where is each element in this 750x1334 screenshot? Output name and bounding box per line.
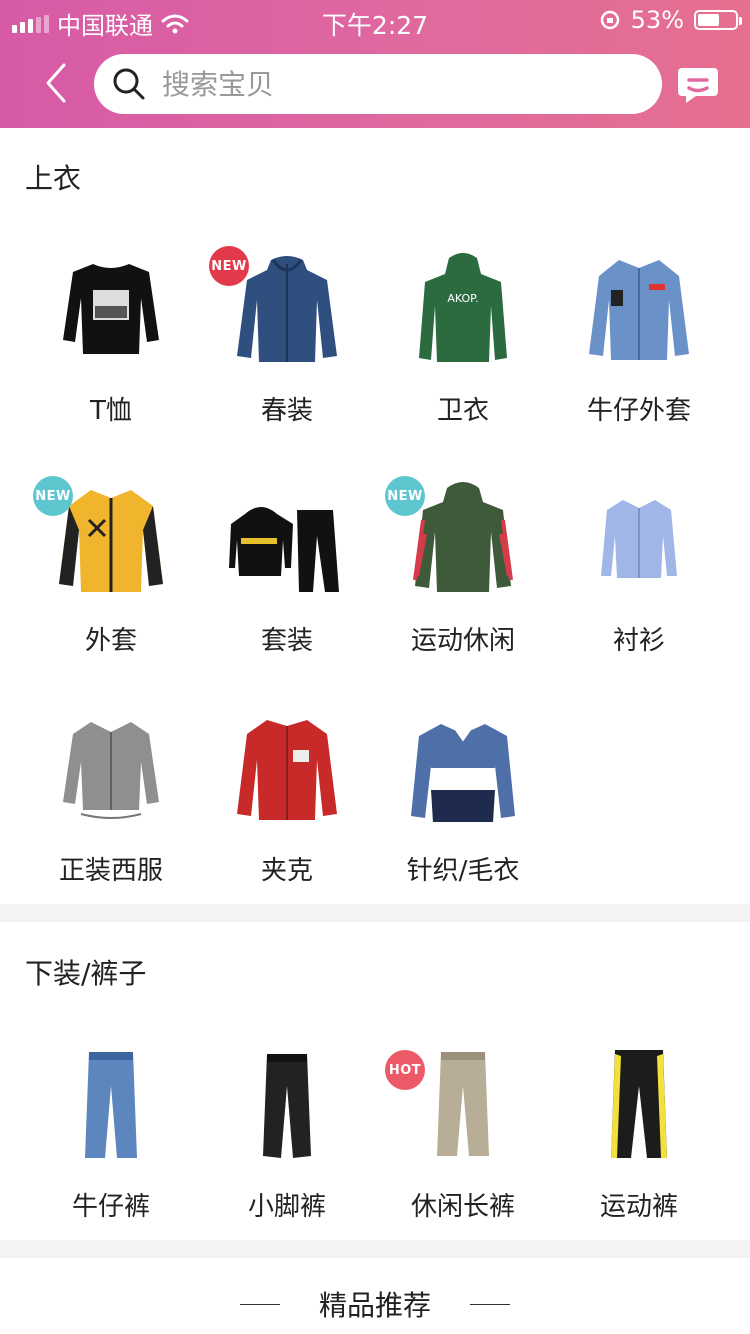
category-shirt[interactable]: 衬衫 [551, 480, 727, 700]
section-divider [0, 1240, 750, 1258]
tracksuit-image [229, 507, 339, 592]
sweater-image [411, 722, 515, 822]
slim-pants-image [263, 1054, 311, 1158]
section-title-bottoms: 下装/裤子 [25, 957, 147, 990]
rotation-lock-icon [600, 10, 619, 30]
tshirt-image [63, 264, 159, 354]
denim-jacket-image [589, 260, 689, 360]
category-jeans[interactable]: 牛仔裤 [23, 1046, 199, 1266]
section-divider [0, 904, 750, 922]
category-label: 牛仔裤 [71, 1192, 150, 1222]
search-bar[interactable] [94, 54, 662, 114]
category-spring[interactable]: NEW 春装 [199, 246, 375, 470]
category-tshirt[interactable]: T恤 [23, 250, 199, 470]
svg-text:AKOP.: AKOP. [447, 292, 478, 305]
jeans-image [85, 1052, 137, 1158]
recommend-heading: 精品推荐 [0, 1270, 750, 1334]
track-pants-image [611, 1050, 667, 1158]
rule-right [470, 1304, 510, 1305]
category-label: 正装西服 [58, 856, 163, 886]
category-chinos[interactable]: HOT 休闲长裤 [375, 1046, 551, 1266]
category-label: 运动裤 [599, 1192, 678, 1222]
suit-image [63, 722, 159, 819]
recommend-title: 精品推荐 [318, 1289, 431, 1322]
section-title-tops: 上衣 [25, 162, 82, 195]
category-suit[interactable]: 正装西服 [23, 710, 199, 930]
category-label: 套装 [260, 626, 313, 656]
chat-bubble-icon [678, 68, 718, 103]
back-button[interactable] [36, 58, 76, 108]
category-label: 外套 [84, 626, 137, 656]
category-label: 牛仔外套 [586, 396, 691, 426]
category-sport-casual[interactable]: NEW 运动休闲 [375, 476, 551, 700]
category-coat[interactable]: NEW 外套 [23, 476, 199, 700]
message-button[interactable] [676, 62, 720, 106]
category-label: 夹克 [260, 856, 313, 886]
hot-badge: HOT [385, 1050, 425, 1090]
bomber-jacket-image [237, 720, 337, 820]
category-set[interactable]: 套装 [199, 480, 375, 700]
category-label: 小脚裤 [247, 1192, 326, 1222]
new-badge: NEW [385, 476, 425, 516]
category-label: 休闲长裤 [410, 1192, 515, 1222]
new-badge: NEW [209, 246, 249, 286]
category-jacket[interactable]: 夹克 [199, 710, 375, 930]
battery-icon [694, 10, 742, 30]
category-label: 春装 [260, 396, 313, 426]
shirt-image [601, 500, 677, 578]
battery-percent: 53% [630, 6, 684, 34]
category-hoodie[interactable]: AKOP. 卫衣 [375, 250, 551, 470]
chevron-left-icon [46, 63, 66, 103]
search-icon [113, 68, 145, 100]
hoodie-image: AKOP. [419, 253, 507, 362]
category-denim-jacket[interactable]: 牛仔外套 [551, 250, 727, 470]
category-track-pants[interactable]: 运动裤 [551, 1046, 727, 1266]
status-bar: 中国联通 下午2:27 53% [0, 0, 750, 40]
new-badge: NEW [33, 476, 73, 516]
category-knit[interactable]: 针织/毛衣 [375, 710, 551, 930]
category-label: 衬衫 [612, 626, 665, 656]
category-slim-pants[interactable]: 小脚裤 [199, 1046, 375, 1266]
category-label: 卫衣 [436, 396, 489, 426]
category-label: T恤 [90, 396, 132, 426]
category-label: 运动休闲 [410, 626, 515, 656]
app-header: 中国联通 下午2:27 53% [0, 0, 750, 128]
category-label: 针织/毛衣 [406, 856, 520, 886]
search-input[interactable] [160, 66, 624, 102]
